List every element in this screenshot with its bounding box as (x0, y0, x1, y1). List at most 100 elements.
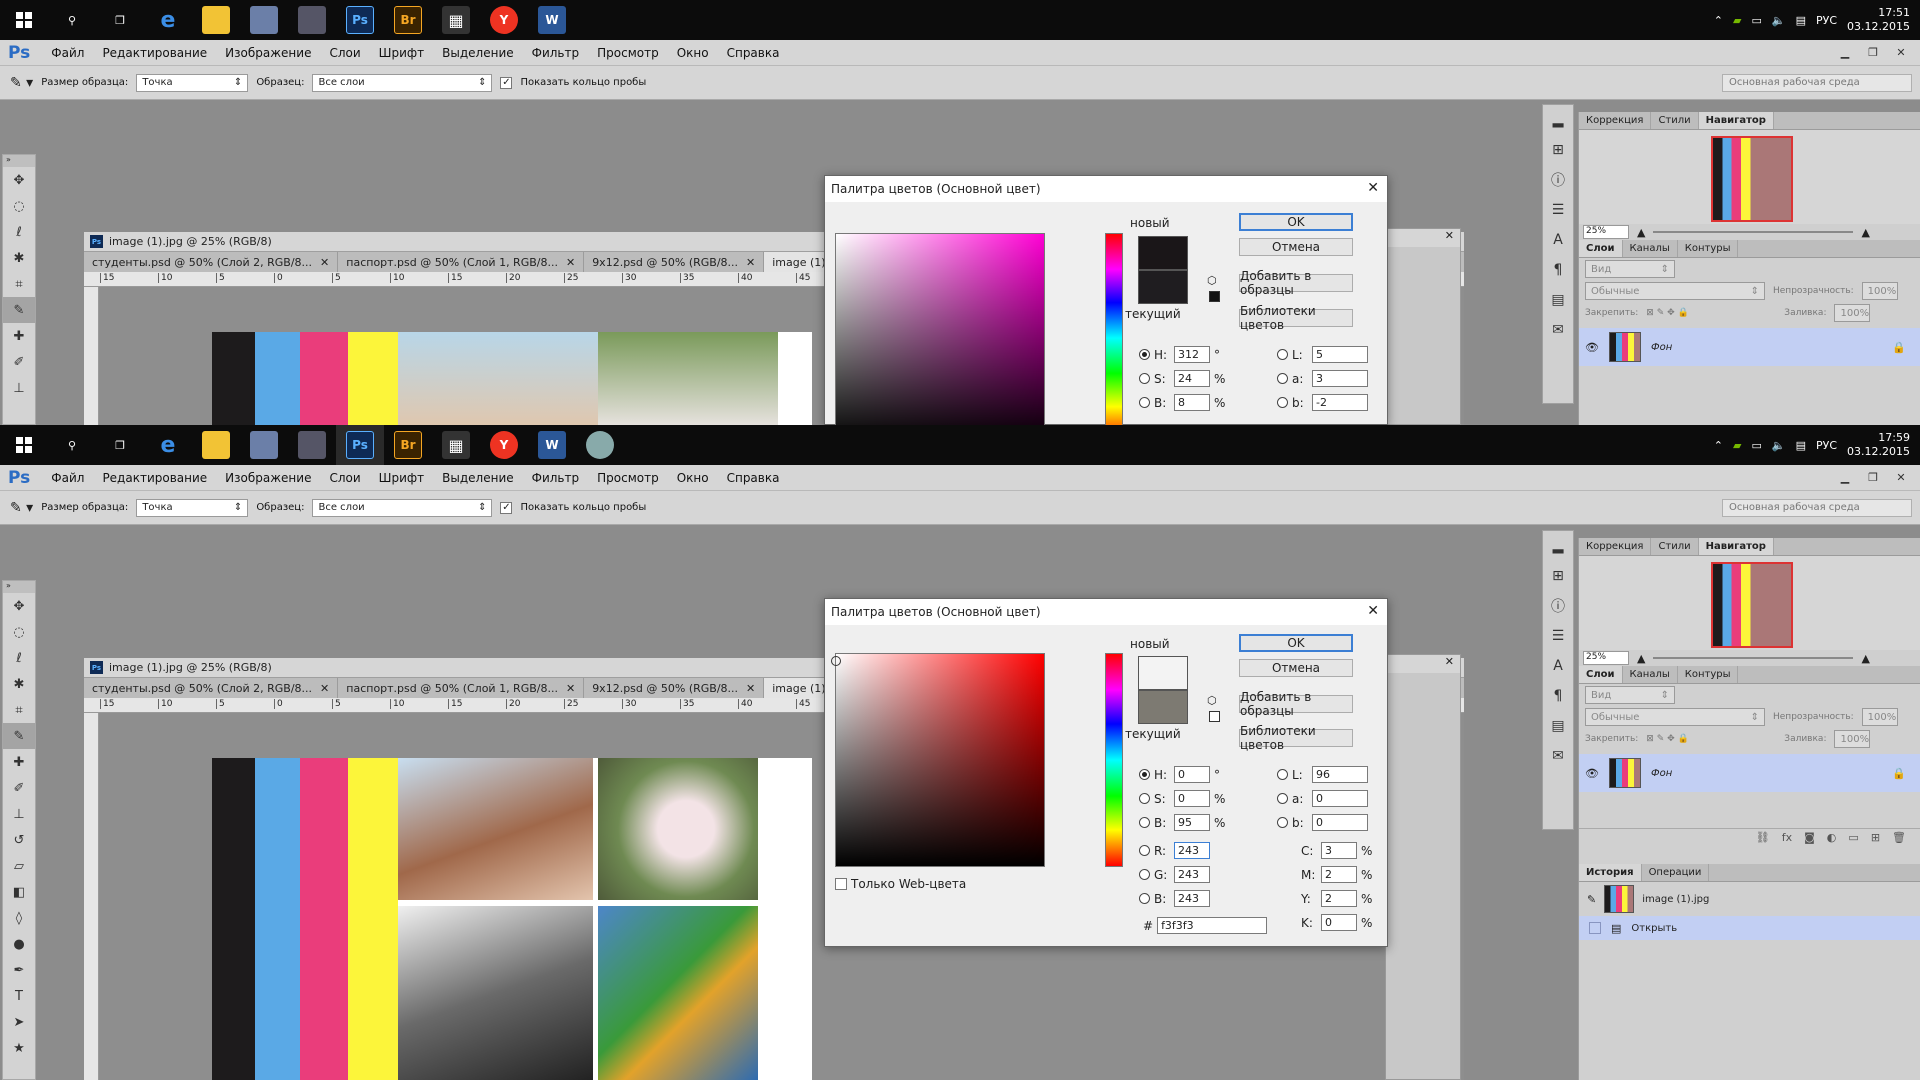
volume-icon[interactable]: 🔈 (1772, 14, 1786, 27)
history-snapshot[interactable]: ✎ image (1).jpg (1579, 882, 1920, 916)
eyedropper-tool-icon[interactable]: ✎ (3, 723, 35, 749)
zoom-in-icon[interactable]: ▲ (1861, 226, 1869, 239)
bridge-button[interactable]: Br (384, 425, 432, 465)
current-color-swatch[interactable] (1138, 270, 1188, 304)
edge-button[interactable]: e (144, 425, 192, 465)
menu-type[interactable]: Шрифт (370, 471, 434, 485)
close-icon[interactable]: ✕ (1386, 229, 1460, 247)
h-radio[interactable] (1139, 349, 1150, 360)
explorer-button[interactable] (192, 425, 240, 465)
opacity-field[interactable]: 100% (1861, 282, 1898, 300)
lab-b-input[interactable]: 0 (1312, 814, 1368, 831)
tab-navigator[interactable]: Навигатор (1698, 112, 1774, 129)
trash-icon[interactable]: 🗑 (1892, 831, 1906, 844)
start-button[interactable] (0, 0, 48, 40)
tab-paths[interactable]: Контуры (1678, 666, 1739, 683)
eyedropper-preset-icon[interactable]: ✎ ▾ (10, 500, 33, 516)
visibility-eye-icon[interactable]: 👁 (1585, 341, 1599, 354)
tab-actions[interactable]: Операции (1642, 864, 1710, 881)
magic-wand-icon[interactable]: ✱ (3, 245, 35, 271)
add-to-swatches-button[interactable]: Добавить в образцы (1239, 269, 1353, 297)
g-input[interactable]: 243 (1174, 866, 1210, 883)
tab-layers[interactable]: Слои (1579, 240, 1623, 257)
b-input[interactable]: 95 (1174, 814, 1210, 831)
eyedropper-preset-icon[interactable]: ✎ ▾ (10, 75, 33, 91)
gamut-swatch[interactable] (1209, 291, 1220, 302)
zoom-out-icon[interactable]: ▲ (1637, 226, 1645, 239)
adjustments-icon[interactable]: ⊞ (1543, 135, 1573, 165)
history-brush-icon[interactable]: ↺ (3, 827, 35, 853)
close-tab-icon[interactable]: ✕ (566, 682, 575, 695)
l-input[interactable]: 5 (1312, 346, 1368, 363)
task-view-button[interactable]: ❐ (96, 0, 144, 40)
workspace-select[interactable]: Основная рабочая среда (1722, 499, 1912, 517)
c-input[interactable]: 3 (1321, 842, 1357, 859)
workspace-select[interactable]: Основная рабочая среда (1722, 74, 1912, 92)
history-step-checkbox[interactable] (1589, 922, 1601, 934)
info-icon[interactable]: ⓘ (1543, 165, 1573, 195)
tab-channels[interactable]: Каналы (1623, 666, 1678, 683)
cube-icon[interactable]: ⬡ (1207, 274, 1217, 287)
adjustments-icon[interactable]: ⊞ (1543, 561, 1573, 591)
fx-icon[interactable]: fx (1782, 831, 1792, 844)
lock-icons[interactable]: ⊠ ✎ ✥ 🔒 (1646, 308, 1776, 318)
tab-navigator[interactable]: Навигатор (1698, 538, 1774, 555)
menu-edit[interactable]: Редактирование (93, 471, 216, 485)
lab-b-radio[interactable] (1277, 817, 1288, 828)
zoom-field[interactable]: 25% (1583, 225, 1629, 239)
search-button[interactable]: ⚲ (48, 0, 96, 40)
doc-tab-passport[interactable]: паспорт.psd @ 50% (Слой 1, RGB/8... ✕ (338, 678, 585, 698)
doc-tab-9x12[interactable]: 9x12.psd @ 50% (RGB/8... ✕ (584, 252, 765, 272)
menu-edit[interactable]: Редактирование (93, 46, 216, 60)
close-tab-icon[interactable]: ✕ (320, 256, 329, 269)
y-input[interactable]: 2 (1321, 890, 1357, 907)
fill-field[interactable]: 100% (1834, 730, 1871, 748)
network-icon[interactable]: ▭ (1751, 14, 1761, 27)
crop-tool-icon[interactable]: ⌗ (3, 271, 35, 297)
eyedropper-tool-icon[interactable]: ✎ (3, 297, 35, 323)
s-radio[interactable] (1139, 793, 1150, 804)
s-input[interactable]: 24 (1174, 370, 1210, 387)
character-icon[interactable]: A (1543, 651, 1573, 681)
opacity-field[interactable]: 100% (1861, 708, 1898, 726)
tab-styles[interactable]: Стили (1651, 112, 1699, 129)
a-radio[interactable] (1277, 373, 1288, 384)
l-radio[interactable] (1277, 349, 1288, 360)
lab-b-input[interactable]: -2 (1312, 394, 1368, 411)
show-ring-checkbox[interactable]: ✓ (500, 76, 513, 89)
app-button-1[interactable] (240, 0, 288, 40)
calculator-button[interactable]: ▦ (432, 0, 480, 40)
fill-field[interactable]: 100% (1834, 304, 1871, 322)
a-radio[interactable] (1277, 793, 1288, 804)
menu-image[interactable]: Изображение (216, 471, 320, 485)
menu-view[interactable]: Просмотр (588, 46, 668, 60)
zoom-slider[interactable] (1653, 657, 1854, 659)
lasso-tool-icon[interactable]: ℓ (3, 219, 35, 245)
ok-button[interactable]: OK (1239, 634, 1353, 652)
character-icon[interactable]: A (1543, 225, 1573, 255)
g-radio[interactable] (1139, 869, 1150, 880)
photoshop-button[interactable]: Ps (336, 0, 384, 40)
properties-icon[interactable]: ☰ (1543, 195, 1573, 225)
nvidia-icon[interactable]: ▰ (1733, 439, 1741, 452)
zoom-in-icon[interactable]: ▲ (1861, 652, 1869, 665)
a-input[interactable]: 3 (1312, 370, 1368, 387)
color-field[interactable] (835, 233, 1045, 425)
blend-mode-select[interactable]: Обычные ⇕ (1585, 708, 1765, 726)
cancel-button[interactable]: Отмена (1239, 238, 1353, 256)
color-libraries-button[interactable]: Библиотеки цветов (1239, 304, 1353, 332)
lasso-tool-icon[interactable]: ℓ (3, 645, 35, 671)
clock[interactable]: 17:51 03.12.2015 (1847, 6, 1910, 34)
menu-file[interactable]: Файл (42, 46, 93, 60)
new-group-icon[interactable]: ▭ (1848, 831, 1858, 844)
web-colors-checkbox[interactable] (835, 878, 847, 890)
show-ring-checkbox[interactable]: ✓ (500, 501, 513, 514)
k-input[interactable]: 0 (1321, 914, 1357, 931)
app-button-2[interactable] (288, 0, 336, 40)
explorer-button[interactable] (192, 0, 240, 40)
zoom-field[interactable]: 25% (1583, 651, 1629, 665)
calculator-button[interactable]: ▦ (432, 425, 480, 465)
actions-icon[interactable]: ▤ (1543, 285, 1573, 315)
hex-input[interactable]: f3f3f3 (1157, 917, 1268, 934)
chevron-up-icon[interactable]: ⌃ (1714, 14, 1723, 27)
